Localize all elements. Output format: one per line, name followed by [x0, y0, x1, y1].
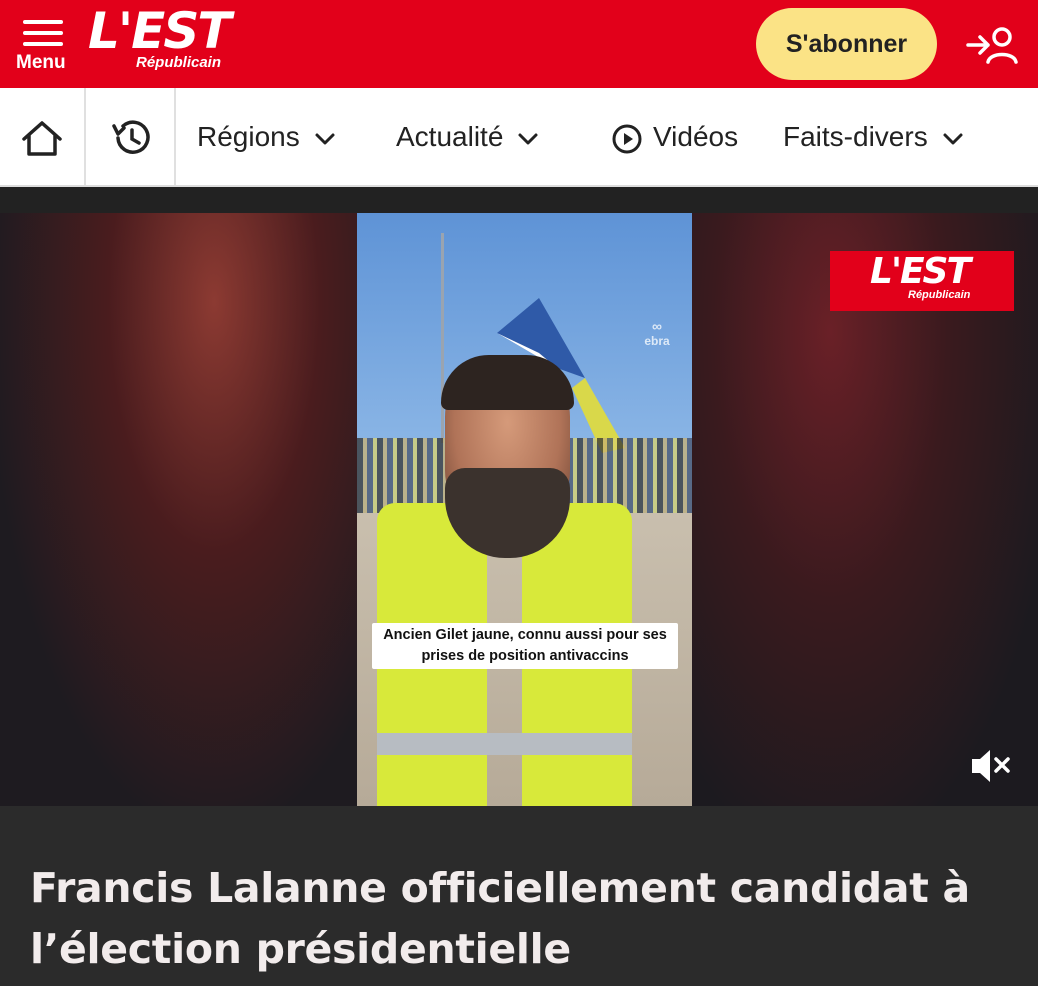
site-logo[interactable]: L'EST Républicain — [88, 2, 231, 76]
overlay-logo-main: L'EST — [870, 251, 971, 292]
video-caption: Ancien Gilet jaune, connu aussi pour ses… — [372, 623, 678, 669]
hamburger-icon — [23, 20, 63, 46]
nav-item-label: Faits-divers — [783, 121, 928, 152]
nav-item-actualite[interactable]: Actualité — [396, 88, 539, 185]
nav-history-button[interactable] — [86, 88, 176, 185]
play-circle-icon — [612, 124, 642, 154]
chevron-down-icon — [518, 133, 538, 145]
video-player[interactable]: ∞ ebra Ancien Gilet jaune, connu aussi p… — [0, 213, 1038, 806]
nav-item-label: Régions — [197, 121, 300, 152]
logo-main-text: L'EST — [88, 2, 231, 60]
home-icon — [22, 121, 62, 156]
article-title: Francis Lalanne officiellement candidat … — [30, 864, 970, 973]
main-nav: Régions Actualité Vidéos Faits-divers — [0, 88, 1038, 187]
nav-item-regions[interactable]: Régions — [197, 88, 336, 185]
history-icon — [112, 120, 150, 154]
overlay-logo-sub: Républicain — [908, 289, 971, 301]
chevron-down-icon — [943, 133, 963, 145]
login-icon[interactable] — [964, 24, 1018, 66]
volume-muted-icon — [972, 750, 1010, 782]
top-header: Menu L'EST Républicain S'abonner — [0, 0, 1038, 88]
video-blur-background-left — [0, 213, 357, 806]
subscribe-button[interactable]: S'abonner — [756, 8, 937, 80]
article-header: Francis Lalanne officiellement candidat … — [0, 806, 1038, 986]
nav-item-label: Vidéos — [653, 121, 739, 152]
menu-button[interactable]: Menu — [14, 14, 76, 76]
chevron-down-icon — [315, 133, 335, 145]
logo-sub-text: Républicain — [136, 54, 222, 71]
nav-item-faits-divers[interactable]: Faits-divers — [783, 88, 964, 185]
menu-label: Menu — [16, 52, 66, 73]
nav-item-label: Actualité — [396, 121, 504, 152]
nav-home-button[interactable] — [0, 88, 86, 185]
video-frame: ∞ ebra Ancien Gilet jaune, connu aussi p… — [357, 213, 692, 806]
mute-button[interactable] — [968, 745, 1014, 787]
video-overlay-logo: L'EST Républicain — [830, 251, 1014, 311]
watermark-logo: ∞ ebra — [644, 318, 670, 348]
nav-item-videos[interactable]: Vidéos — [611, 88, 738, 185]
